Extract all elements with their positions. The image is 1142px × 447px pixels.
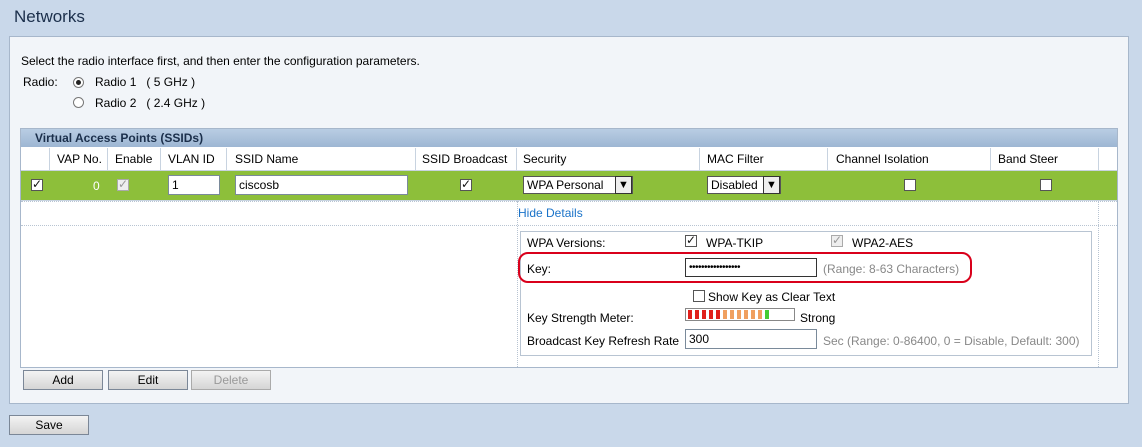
radio1-label: Radio 1 ( 5 GHz ) <box>95 75 196 89</box>
key-range-hint: (Range: 8-63 Characters) <box>823 262 960 276</box>
vap-section-header: Virtual Access Points (SSIDs) <box>21 129 1117 147</box>
wpa-versions-label: WPA Versions: <box>527 236 606 250</box>
chevron-down-icon: ▼ <box>615 176 632 194</box>
strength-segment <box>765 310 769 319</box>
vap-no-value: 0 <box>93 179 100 193</box>
radio2-option[interactable] <box>73 97 84 108</box>
key-input[interactable]: ••••••••••••••••• <box>685 258 817 277</box>
save-button[interactable]: Save <box>9 415 89 435</box>
security-select[interactable]: WPA Personal ▼ <box>523 176 633 194</box>
instructions-text: Select the radio interface first, and th… <box>21 54 420 68</box>
radio2-label: Radio 2 ( 2.4 GHz ) <box>95 96 206 110</box>
strength-segment <box>772 310 776 319</box>
refresh-rate-hint: Sec (Range: 0-86400, 0 = Disable, Defaul… <box>823 334 1080 348</box>
ssid-broadcast-checkbox[interactable] <box>460 177 472 191</box>
strength-segment <box>723 310 727 319</box>
col-channel-isolation: Channel Isolation <box>836 152 929 166</box>
strength-segment <box>786 310 790 319</box>
refresh-rate-input[interactable]: 300 <box>685 329 817 349</box>
strength-segment <box>702 310 706 319</box>
col-security: Security <box>523 152 567 166</box>
radio-label: Radio: <box>23 75 58 89</box>
show-key-checkbox[interactable] <box>693 290 705 302</box>
add-button[interactable]: Add <box>23 370 103 390</box>
strength-segment <box>737 310 741 319</box>
enable-checkbox <box>117 177 129 191</box>
strength-segment <box>751 310 755 319</box>
col-vap-no: VAP No. <box>57 152 102 166</box>
page-title: Networks <box>14 7 85 26</box>
col-ssid-name: SSID Name <box>235 152 299 166</box>
wpa2-aes-label: WPA2-AES <box>852 236 914 250</box>
strength-segment <box>779 310 783 319</box>
strength-segment <box>688 310 692 319</box>
chevron-down-icon: ▼ <box>763 176 780 194</box>
strength-segment <box>695 310 699 319</box>
col-band-steer: Band Steer <box>998 152 1059 166</box>
strength-segment <box>744 310 748 319</box>
show-key-label: Show Key as Clear Text <box>708 290 836 304</box>
key-label: Key: <box>527 262 552 276</box>
row-select-checkbox[interactable] <box>31 177 43 191</box>
wpa-tkip-checkbox[interactable] <box>685 233 697 247</box>
band-steer-checkbox[interactable] <box>1040 179 1052 191</box>
delete-button[interactable]: Delete <box>191 370 271 390</box>
channel-isolation-checkbox[interactable] <box>904 179 916 191</box>
strength-text: Strong <box>800 311 836 325</box>
wpa2-aes-checkbox <box>831 233 843 247</box>
vap-section-title: Virtual Access Points (SSIDs) <box>35 131 204 145</box>
column-header-row: VAP No. Enable VLAN ID SSID Name SSID Br… <box>21 148 1117 171</box>
mac-filter-value: Disabled <box>711 178 758 192</box>
ssid-name-input[interactable]: ciscosb <box>235 175 408 195</box>
col-ssid-broadcast: SSID Broadcast <box>422 152 508 166</box>
strength-segment <box>758 310 762 319</box>
security-value: WPA Personal <box>527 178 604 192</box>
hide-details-link[interactable]: Hide Details <box>518 206 583 220</box>
col-vlan-id: VLAN ID <box>168 152 215 166</box>
edit-button[interactable]: Edit <box>108 370 188 390</box>
col-mac-filter: MAC Filter <box>707 152 764 166</box>
strength-label: Key Strength Meter: <box>527 311 634 325</box>
vlan-id-input[interactable]: 1 <box>168 175 220 195</box>
radio1-option[interactable] <box>73 77 84 88</box>
wpa-tkip-label: WPA-TKIP <box>706 236 764 250</box>
strength-segment <box>709 310 713 319</box>
table-row[interactable]: 0 1 ciscosb WPA Personal ▼ Disabled ▼ <box>21 171 1117 200</box>
refresh-rate-label: Broadcast Key Refresh Rate <box>527 334 680 348</box>
strength-segment <box>716 310 720 319</box>
col-enable: Enable <box>115 152 153 166</box>
strength-segment <box>730 310 734 319</box>
key-strength-meter <box>685 308 795 321</box>
mac-filter-select[interactable]: Disabled ▼ <box>707 176 781 194</box>
